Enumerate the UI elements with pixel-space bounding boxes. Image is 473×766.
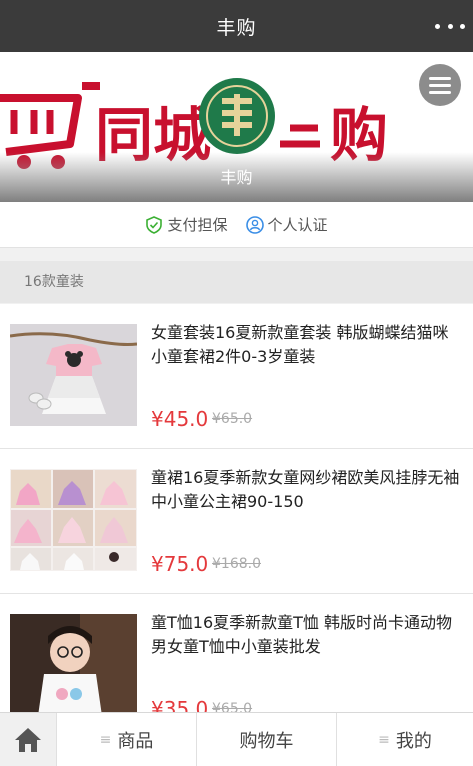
more-options-button[interactable] — [435, 17, 465, 35]
guarantee-strip: 支付担保 个人认证 — [0, 202, 473, 248]
cart-nav-button[interactable]: 购物车 — [197, 713, 337, 766]
product-old-price: ¥168.0 — [212, 556, 261, 572]
mine-nav-button[interactable]: ≡ 我的 — [337, 713, 473, 766]
product-price: ¥45.0 — [151, 407, 209, 431]
menu-line-icon — [429, 90, 451, 94]
section-title: 16款童装 — [0, 261, 473, 303]
cart-logo-icon — [0, 82, 100, 156]
user-verified-icon — [245, 215, 264, 234]
product-name: 童裙16夏季新款女童网纱裙欧美风挂脖无袖中小童公主裙90-150 — [151, 468, 460, 511]
product-old-price: ¥65.0 — [212, 701, 253, 712]
product-list: 女童套装16夏新款童套装 韩版蝴蝶结猫咪小童套裙2件0-3岁童装 ¥45.0 ¥… — [0, 304, 473, 712]
product-old-price: ¥65.0 — [212, 411, 253, 427]
mine-nav-label: 我的 — [395, 731, 432, 752]
products-nav-button[interactable]: ≡ 商品 — [57, 713, 197, 766]
top-bar: 丰购 — [0, 0, 473, 52]
product-item[interactable]: 童T恤16夏季新款童T恤 韩版时尚卡通动物男女童T恤中小童装批发 ¥35.0 ¥… — [0, 594, 473, 712]
product-image — [10, 324, 137, 426]
home-icon — [15, 728, 41, 752]
page-title: 丰购 — [216, 16, 257, 39]
home-button[interactable] — [0, 713, 57, 766]
personal-certification-label: 个人认证 — [267, 216, 328, 234]
more-dot-icon — [435, 23, 440, 29]
product-price: ¥75.0 — [151, 552, 209, 576]
cart-nav-label: 购物车 — [239, 731, 294, 752]
product-price: ¥35.0 — [151, 697, 209, 712]
list-icon: ≡ — [378, 732, 390, 748]
menu-line-icon — [429, 76, 451, 80]
products-nav-label: 商品 — [117, 731, 154, 752]
product-item[interactable]: 童裙16夏季新款女童网纱裙欧美风挂脖无袖中小童公主裙90-150 ¥75.0 ¥… — [0, 449, 473, 594]
payment-guarantee-label: 支付担保 — [167, 216, 228, 234]
menu-button[interactable] — [419, 64, 461, 106]
banner-shop-name: 丰购 — [220, 168, 253, 187]
personal-certification[interactable]: 个人认证 — [245, 214, 328, 235]
product-name: 童T恤16夏季新款童T恤 韩版时尚卡通动物男女童T恤中小童装批发 — [151, 613, 452, 656]
shop-banner: 同城 购 丰购 — [0, 52, 473, 202]
payment-guarantee[interactable]: 支付担保 — [145, 214, 228, 235]
product-item[interactable]: 女童套装16夏新款童套装 韩版蝴蝶结猫咪小童套裙2件0-3岁童装 ¥45.0 ¥… — [0, 304, 473, 449]
product-image — [10, 614, 137, 712]
product-name: 女童套装16夏新款童套装 韩版蝴蝶结猫咪小童套裙2件0-3岁童装 — [151, 323, 449, 366]
menu-line-icon — [429, 83, 451, 87]
product-image — [10, 469, 137, 571]
bottom-nav: ≡ 商品 购物车 ≡ 我的 — [0, 712, 473, 766]
app-page: 丰购 同城 购 丰购 支付担保 个人认证 16款童装 女童套装16夏新款童套装 … — [0, 0, 473, 766]
list-icon: ≡ — [99, 732, 112, 748]
shield-check-icon — [146, 215, 163, 234]
more-dot-icon — [460, 23, 465, 29]
more-dot-icon — [447, 23, 453, 29]
